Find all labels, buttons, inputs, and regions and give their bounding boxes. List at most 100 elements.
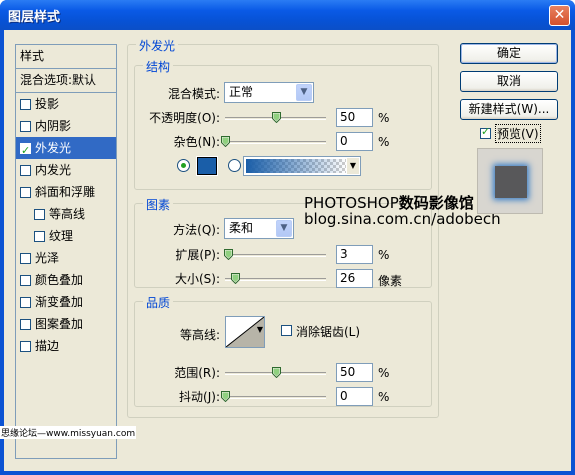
antialias-checkbox[interactable] bbox=[281, 325, 292, 336]
style-item[interactable]: 内阴影 bbox=[16, 115, 116, 137]
opacity-label: 不透明度(O): bbox=[149, 111, 220, 125]
slider-thumb-icon bbox=[224, 249, 233, 260]
style-list-header[interactable]: 样式 bbox=[16, 45, 116, 69]
style-item-label: 投影 bbox=[35, 97, 60, 111]
opacity-input[interactable]: 50 bbox=[336, 108, 373, 127]
style-item-checkbox[interactable] bbox=[20, 98, 31, 110]
blend-mode-value: 正常 bbox=[229, 85, 254, 99]
style-item[interactable]: 颜色叠加 bbox=[16, 269, 116, 291]
gradient-radio[interactable] bbox=[228, 159, 241, 172]
spread-slider-thumb[interactable] bbox=[224, 249, 233, 260]
size-slider-thumb[interactable] bbox=[231, 273, 240, 284]
style-item-checkbox[interactable] bbox=[20, 186, 31, 198]
style-item[interactable]: 外发光 bbox=[16, 137, 116, 162]
chevron-down-icon: ▼ bbox=[347, 158, 359, 174]
noise-slider-track[interactable] bbox=[225, 141, 326, 144]
size-label: 大小(S): bbox=[174, 272, 220, 286]
style-item-label: 图案叠加 bbox=[35, 317, 84, 331]
style-item-checkbox[interactable] bbox=[34, 208, 45, 220]
structure-title: 结构 bbox=[143, 58, 174, 75]
range-label: 范围(R): bbox=[174, 366, 220, 380]
window-title: 图层样式 bbox=[8, 10, 61, 25]
elements-title: 图素 bbox=[143, 196, 174, 213]
structure-group: 结构 混合模式: 正常 ▼ 不透明度(O): 50 % 杂色(N): 0 % ▼ bbox=[134, 58, 432, 190]
style-preview bbox=[477, 148, 543, 214]
style-item-checkbox[interactable] bbox=[20, 296, 31, 308]
spread-slider-track[interactable] bbox=[225, 254, 326, 257]
spread-input[interactable]: 3 bbox=[336, 245, 373, 264]
preview-toggle[interactable]: 预览(V) bbox=[480, 124, 541, 143]
size-slider-track[interactable] bbox=[225, 278, 326, 281]
style-item[interactable]: 等高线 bbox=[16, 203, 116, 225]
jitter-slider-thumb[interactable] bbox=[221, 391, 230, 402]
noise-unit: % bbox=[378, 135, 390, 149]
style-item-label: 外发光 bbox=[35, 141, 72, 155]
range-input[interactable]: 50 bbox=[336, 363, 373, 382]
opacity-slider-thumb[interactable] bbox=[272, 112, 281, 123]
jitter-slider-track[interactable] bbox=[225, 396, 326, 399]
new-style-button[interactable]: 新建样式(W)... bbox=[460, 99, 558, 120]
noise-slider-thumb[interactable] bbox=[221, 136, 230, 147]
footer-watermark: 思缘论坛—www.missyuan.com bbox=[0, 426, 137, 439]
close-button[interactable]: ✕ bbox=[549, 5, 570, 26]
style-item-checkbox[interactable] bbox=[20, 318, 31, 330]
outer-glow-title: 外发光 bbox=[136, 37, 179, 54]
style-item[interactable]: 光泽 bbox=[16, 247, 116, 269]
spread-unit: % bbox=[378, 248, 390, 262]
opacity-unit: % bbox=[378, 111, 390, 125]
style-item-checkbox[interactable] bbox=[20, 120, 31, 132]
noise-label: 杂色(N): bbox=[173, 135, 220, 149]
glow-gradient-picker[interactable]: ▼ bbox=[243, 156, 361, 176]
blend-mode-label: 混合模式: bbox=[167, 87, 220, 101]
style-item-checkbox[interactable] bbox=[34, 230, 45, 242]
style-item-checkbox[interactable] bbox=[20, 164, 31, 176]
solid-color-radio[interactable] bbox=[177, 159, 190, 172]
jitter-input[interactable]: 0 bbox=[336, 387, 373, 406]
style-item-label: 等高线 bbox=[49, 207, 86, 221]
style-item-label: 内发光 bbox=[35, 163, 72, 177]
preview-thumbnail bbox=[495, 166, 527, 198]
blend-mode-select[interactable]: 正常 ▼ bbox=[224, 82, 314, 103]
ok-button[interactable]: 确定 bbox=[460, 43, 558, 64]
technique-value: 柔和 bbox=[229, 221, 254, 235]
chevron-down-icon: ▼ bbox=[296, 84, 312, 101]
style-item-label: 纹理 bbox=[49, 229, 74, 243]
style-items: 投影内阴影外发光内发光斜面和浮雕等高线纹理光泽颜色叠加渐变叠加图案叠加描边 bbox=[16, 93, 116, 357]
style-item[interactable]: 投影 bbox=[16, 93, 116, 115]
chevron-down-icon: ▼ bbox=[276, 220, 292, 237]
cancel-button[interactable]: 取消 bbox=[460, 71, 558, 92]
style-item-label: 渐变叠加 bbox=[35, 295, 84, 309]
range-unit: % bbox=[378, 366, 390, 380]
style-item[interactable]: 斜面和浮雕 bbox=[16, 181, 116, 203]
style-item-checkbox[interactable] bbox=[20, 340, 31, 352]
glow-color-swatch[interactable] bbox=[196, 156, 218, 176]
range-slider-thumb[interactable] bbox=[272, 367, 281, 378]
style-item-label: 斜面和浮雕 bbox=[35, 185, 96, 199]
style-item-checkbox[interactable] bbox=[20, 252, 31, 264]
close-icon: ✕ bbox=[553, 7, 566, 23]
style-item[interactable]: 纹理 bbox=[16, 225, 116, 247]
style-item-label: 描边 bbox=[35, 339, 60, 353]
jitter-unit: % bbox=[378, 390, 390, 404]
slider-thumb-icon bbox=[221, 136, 230, 147]
technique-select[interactable]: 柔和 ▼ bbox=[224, 218, 294, 239]
size-input[interactable]: 26 bbox=[336, 269, 373, 288]
style-item[interactable]: 图案叠加 bbox=[16, 313, 116, 335]
technique-label: 方法(Q): bbox=[173, 223, 220, 237]
quality-title: 品质 bbox=[143, 294, 174, 311]
layer-style-dialog: 图层样式 ✕ 样式 混合选项:默认 投影内阴影外发光内发光斜面和浮雕等高线纹理光… bbox=[0, 0, 575, 475]
slider-thumb-icon bbox=[221, 391, 230, 402]
contour-picker[interactable]: ▼ bbox=[225, 316, 265, 348]
noise-input[interactable]: 0 bbox=[336, 132, 373, 151]
slider-thumb-icon bbox=[231, 273, 240, 284]
style-list: 样式 混合选项:默认 投影内阴影外发光内发光斜面和浮雕等高线纹理光泽颜色叠加渐变… bbox=[15, 44, 117, 459]
style-item[interactable]: 渐变叠加 bbox=[16, 291, 116, 313]
style-item-checkbox[interactable] bbox=[20, 274, 31, 286]
style-item-checkbox[interactable] bbox=[20, 140, 31, 162]
style-item[interactable]: 描边 bbox=[16, 335, 116, 357]
chevron-down-icon: ▼ bbox=[256, 325, 263, 334]
antialias-label[interactable]: 消除锯齿(L) bbox=[296, 323, 360, 340]
blend-options-item[interactable]: 混合选项:默认 bbox=[16, 69, 116, 93]
style-item[interactable]: 内发光 bbox=[16, 159, 116, 181]
preview-checkbox[interactable] bbox=[480, 125, 491, 139]
